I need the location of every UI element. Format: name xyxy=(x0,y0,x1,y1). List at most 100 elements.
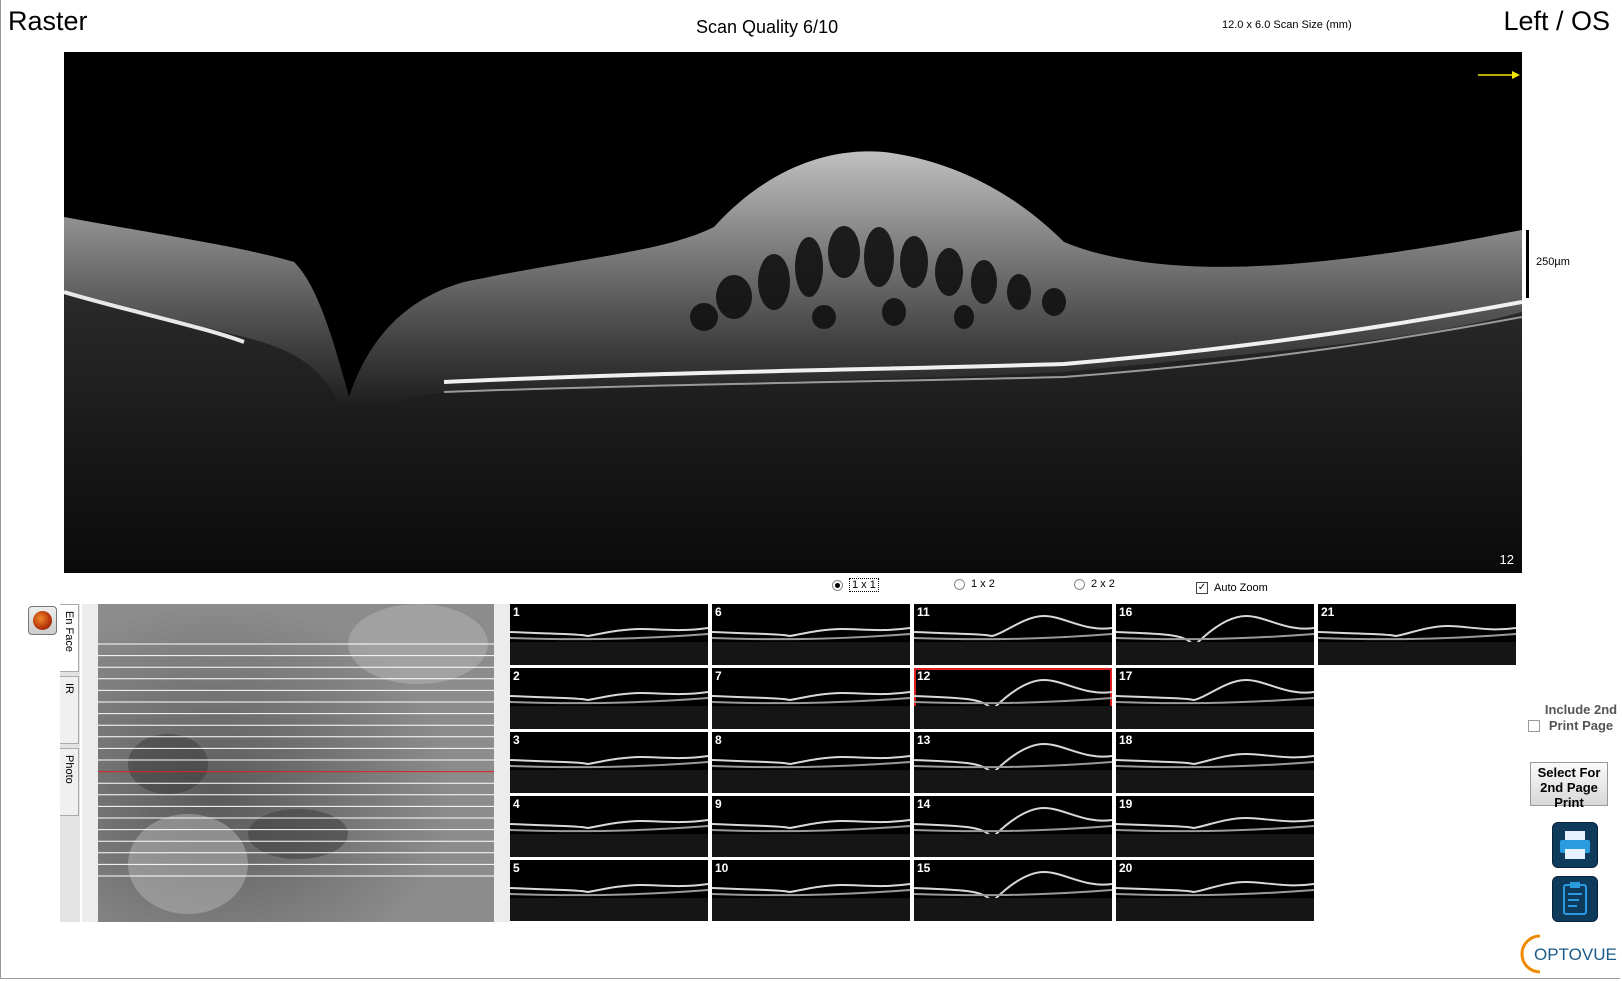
fundus-eye-button[interactable] xyxy=(28,606,57,635)
thumbnail-number: 13 xyxy=(917,733,931,747)
thumbnail-image xyxy=(1116,880,1314,921)
scan-quality: Scan Quality 6/10 xyxy=(696,17,839,37)
tab-ir[interactable]: IR xyxy=(60,676,79,744)
thumbnail-number: 1 xyxy=(513,605,520,619)
thumbnail-image xyxy=(914,678,1112,729)
bscan-thumbnail[interactable]: 13 xyxy=(914,732,1112,793)
scan-direction-arrow-icon xyxy=(1478,71,1520,79)
auto-zoom-label: Auto Zoom xyxy=(1214,582,1268,594)
logo-text: OPTOVUE xyxy=(1534,945,1617,964)
oct-bscan-main[interactable]: 12 xyxy=(64,52,1522,573)
optovue-logo: OPTOVUE xyxy=(1520,934,1617,974)
layout-option-2x2[interactable]: 2 x 2 xyxy=(1074,578,1115,590)
image-type-tabs: En Face IR Photo xyxy=(60,604,80,922)
clipboard-icon xyxy=(1563,882,1587,915)
thumbnail-image xyxy=(510,755,708,793)
thumbnail-number: 12 xyxy=(917,669,931,683)
thumbnail-number: 21 xyxy=(1321,605,1335,619)
thumbnail-image xyxy=(712,691,910,729)
thumbnail-image xyxy=(510,819,708,857)
tab-photo[interactable]: Photo xyxy=(60,748,79,816)
thumbnail-number: 11 xyxy=(917,605,930,619)
bscan-thumbnail[interactable]: 18 xyxy=(1116,732,1314,793)
bscan-thumbnail[interactable]: 6 xyxy=(712,604,910,665)
layout-label: 2 x 2 xyxy=(1091,578,1115,590)
checkbox-icon[interactable] xyxy=(1528,720,1540,732)
thumbnail-number: 7 xyxy=(715,669,722,683)
scale-bar xyxy=(1526,230,1529,298)
bscan-thumbnail[interactable]: 16 xyxy=(1116,604,1314,665)
bscan-thumbnail[interactable]: 2 xyxy=(510,668,708,729)
en-face-svg xyxy=(98,604,494,922)
layout-option-1x1[interactable]: 1 x 1 xyxy=(832,578,879,592)
include-label: Include 2nd Print Page xyxy=(1544,702,1618,733)
thumbnail-number: 8 xyxy=(715,733,722,747)
thumbnail-image xyxy=(914,870,1112,921)
thumbnail-image xyxy=(914,806,1112,857)
thumbnail-number: 17 xyxy=(1119,669,1133,683)
thumbnail-number: 4 xyxy=(513,797,520,811)
thumbnail-number: 20 xyxy=(1119,861,1133,875)
thumbnail-number: 3 xyxy=(513,733,520,747)
thumbnail-image xyxy=(1116,678,1314,729)
layout-option-1x2[interactable]: 1 x 2 xyxy=(954,578,995,590)
bscan-thumbnail[interactable]: 3 xyxy=(510,732,708,793)
tab-en-face[interactable]: En Face xyxy=(60,604,79,672)
scale-label: 250µm xyxy=(1536,256,1570,268)
checkmark-icon[interactable]: ✓ xyxy=(1196,582,1208,594)
thumbnail-image xyxy=(1318,624,1516,665)
thumbnail-number: 10 xyxy=(715,861,729,875)
thumbnail-number: 5 xyxy=(513,861,520,875)
bscan-thumbnail[interactable]: 5 xyxy=(510,860,708,921)
bscan-thumbnail[interactable]: 20 xyxy=(1116,860,1314,921)
bscan-thumbnail[interactable]: 1 xyxy=(510,604,708,665)
en-face-image[interactable] xyxy=(98,604,494,922)
bscan-thumbnail[interactable]: 7 xyxy=(712,668,910,729)
thumbnail-number: 14 xyxy=(917,797,931,811)
thumbnail-image xyxy=(914,614,1112,665)
thumbnail-image xyxy=(510,627,708,665)
eye-label: Left / OS xyxy=(1503,6,1610,36)
report-button[interactable] xyxy=(1552,876,1598,922)
include-2nd-print-page[interactable]: Include 2nd Print Page xyxy=(1528,702,1618,734)
bscan-thumbnail[interactable]: 12 xyxy=(914,668,1112,729)
bscan-image xyxy=(64,151,1522,573)
thumbnail-number: 6 xyxy=(715,605,722,619)
bscan-thumbnail[interactable]: 19 xyxy=(1116,796,1314,857)
bscan-thumbnail[interactable]: 17 xyxy=(1116,668,1314,729)
radio-icon[interactable] xyxy=(954,578,965,590)
bscan-thumbnail[interactable]: 14 xyxy=(914,796,1112,857)
bscan-thumbnail[interactable]: 9 xyxy=(712,796,910,857)
thumbnail-number: 18 xyxy=(1119,733,1133,747)
scan-mode-title: Raster xyxy=(8,6,88,36)
radio-icon[interactable] xyxy=(1074,578,1085,590)
thumbnail-image xyxy=(712,819,910,857)
bscan-thumbnail[interactable]: 8 xyxy=(712,732,910,793)
thumbnail-image xyxy=(1116,752,1314,793)
thumbnail-number: 19 xyxy=(1119,797,1133,811)
thumbnail-number: 2 xyxy=(513,669,520,683)
thumbnail-image xyxy=(914,742,1112,793)
auto-zoom-checkbox[interactable]: ✓ Auto Zoom xyxy=(1196,582,1268,594)
thumbnail-image xyxy=(1116,614,1314,665)
tab-label: IR xyxy=(63,683,75,694)
bscan-thumbnail[interactable]: 10 xyxy=(712,860,910,921)
bscan-thumbnail[interactable]: 15 xyxy=(914,860,1112,921)
thumbnail-image xyxy=(712,627,910,665)
scan-size: 12.0 x 6.0 Scan Size (mm) xyxy=(1222,19,1352,31)
print-button[interactable] xyxy=(1552,822,1598,868)
eye-icon xyxy=(33,611,52,630)
bscan-thumbnail[interactable]: 11 xyxy=(914,604,1112,665)
thumbnail-image xyxy=(712,755,910,793)
select-2nd-page-print-button[interactable]: Select For 2nd Page Print xyxy=(1530,762,1608,810)
thumbnail-image xyxy=(1116,816,1314,857)
thumbnail-image xyxy=(510,883,708,921)
thumbnail-image xyxy=(712,883,910,921)
radio-icon[interactable] xyxy=(832,579,843,591)
bscan-thumbnail[interactable]: 4 xyxy=(510,796,708,857)
bscan-thumbnail[interactable]: 21 xyxy=(1318,604,1516,665)
thumbnail-image xyxy=(510,691,708,729)
layout-label: 1 x 2 xyxy=(971,578,995,590)
scan-number-label: 12 xyxy=(1499,552,1514,567)
printer-icon xyxy=(1560,831,1590,859)
